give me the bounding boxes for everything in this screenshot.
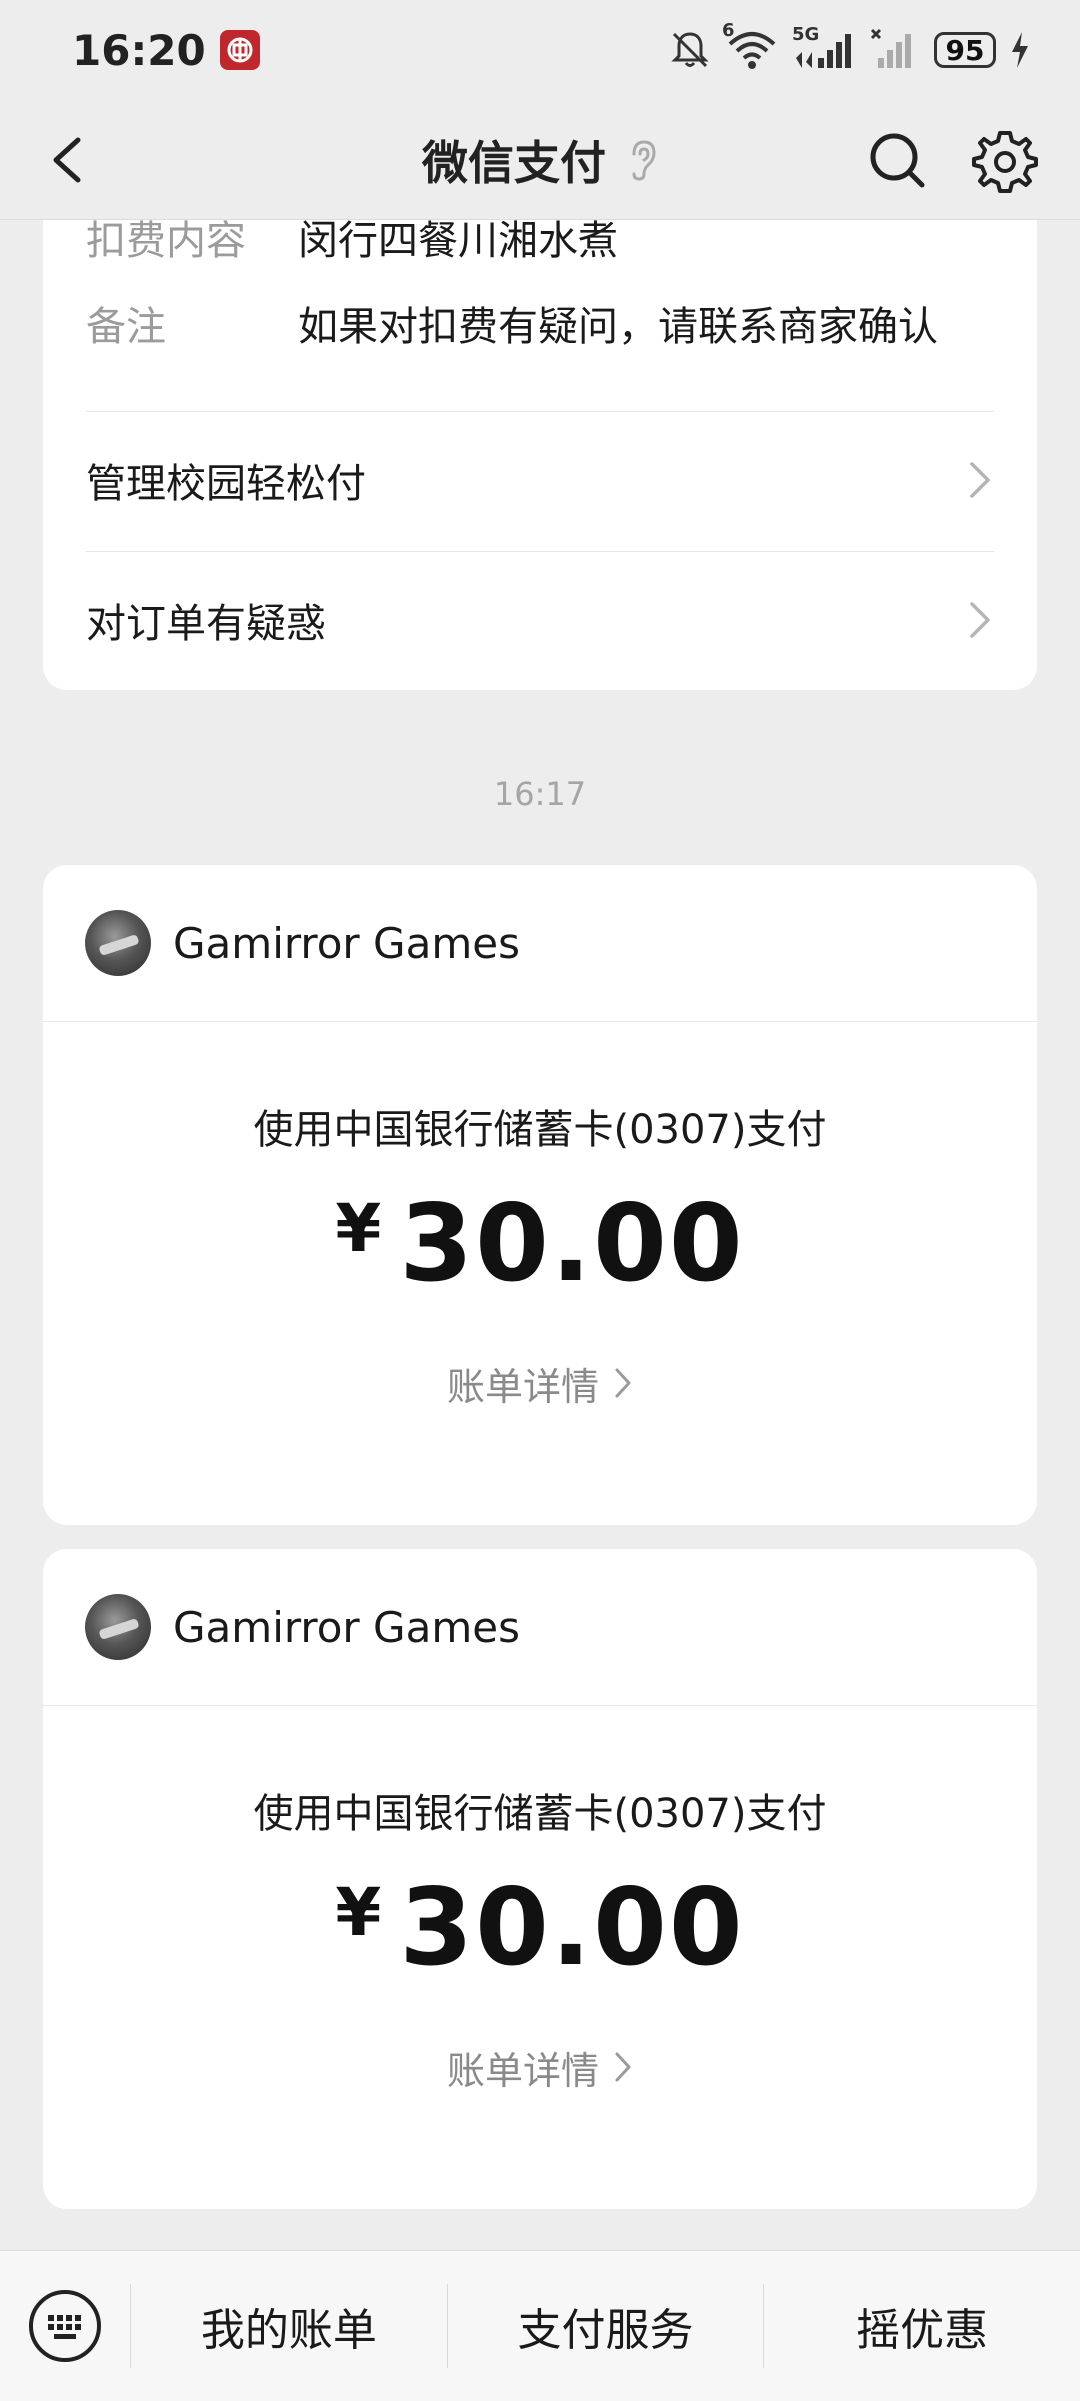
link-label: 对订单有疑惑 <box>86 601 326 647</box>
gear-icon <box>972 131 1038 193</box>
bottom-menu-bar: 我的账单 支付服务 摇优惠 <box>0 2250 1080 2401</box>
message-timestamp: 16:17 <box>493 775 587 813</box>
currency-symbol: ¥ <box>335 1873 382 1951</box>
status-bar: 16:20 6 5G 95 <box>0 0 1080 100</box>
chevron-right-icon <box>615 1368 631 1398</box>
settings-button[interactable] <box>970 125 1040 195</box>
payment-card[interactable]: Gamirror Games 使用中国银行储蓄卡(0307)支付 ¥ 30.00… <box>43 1549 1037 2209</box>
avatar <box>85 910 151 976</box>
status-left: 16:20 <box>72 26 260 75</box>
bill-detail-label: 账单详情 <box>446 1364 599 1409</box>
payment-method: 使用中国银行储蓄卡(0307)支付 <box>253 1107 827 1153</box>
kv-value: 如果对扣费有疑问，请联系商家确认 <box>298 304 938 350</box>
keyboard-icon <box>29 2290 101 2362</box>
tab-payment-services[interactable]: 支付服务 <box>448 2251 764 2401</box>
status-time: 16:20 <box>72 25 206 75</box>
bill-detail-link[interactable]: 账单详情 <box>43 2037 1037 2097</box>
manage-campus-pay-link[interactable]: 管理校园轻松付 <box>86 412 994 548</box>
charging-icon <box>1012 32 1028 68</box>
back-button[interactable] <box>40 130 100 190</box>
wifi-label: 6 <box>722 20 735 41</box>
chevron-right-icon <box>970 602 990 638</box>
mute-icon <box>671 32 709 68</box>
status-right: 6 5G 95 <box>668 20 1030 72</box>
merchant-name: Gamirror Games <box>173 918 520 968</box>
network-label: 5G <box>792 24 820 45</box>
page-title: 微信支付 <box>422 136 606 190</box>
chevron-right-icon <box>615 2052 631 2082</box>
amount-value: 30.00 <box>399 1181 745 1305</box>
search-button[interactable] <box>862 125 932 195</box>
battery-icon: 95 <box>934 32 996 68</box>
kv-key: 备注 <box>86 304 166 350</box>
tab-shake-offers[interactable]: 摇优惠 <box>764 2251 1080 2401</box>
tab-label: 我的账单 <box>200 2305 377 2356</box>
order-info-card: 扣费内容 闵行四餐川湘水煮 备注 如果对扣费有疑问，请联系商家确认 管理校园轻松… <box>43 220 1037 690</box>
tab-label: 支付服务 <box>517 2305 694 2356</box>
chevron-right-icon <box>970 462 990 498</box>
payment-amount: ¥ 30.00 <box>43 1865 1037 1989</box>
payment-method: 使用中国银行储蓄卡(0307)支付 <box>253 1791 827 1837</box>
avatar <box>85 1594 151 1660</box>
kv-key: 扣费内容 <box>86 220 246 264</box>
nav-divider <box>0 219 1080 220</box>
ear-icon[interactable] <box>626 138 658 182</box>
payment-card-header[interactable]: Gamirror Games <box>43 1549 1037 1706</box>
wifi-icon: 6 <box>722 20 778 72</box>
tab-my-bills[interactable]: 我的账单 <box>131 2251 447 2401</box>
payment-amount: ¥ 30.00 <box>43 1181 1037 1305</box>
bank-of-china-icon <box>219 30 260 70</box>
keyboard-toggle-button[interactable] <box>0 2251 130 2401</box>
order-question-link[interactable]: 对订单有疑惑 <box>86 552 994 688</box>
tab-label: 摇优惠 <box>856 2305 989 2356</box>
bill-detail-link[interactable]: 账单详情 <box>43 1353 1037 1413</box>
back-icon <box>53 137 81 183</box>
merchant-name: Gamirror Games <box>173 1602 520 1652</box>
no-signal-icon <box>870 28 920 72</box>
bill-detail-label: 账单详情 <box>446 2048 599 2093</box>
signal-icon: 5G <box>792 24 856 72</box>
payment-card[interactable]: Gamirror Games 使用中国银行储蓄卡(0307)支付 ¥ 30.00… <box>43 865 1037 1525</box>
amount-value: 30.00 <box>399 1865 745 1989</box>
search-icon <box>870 133 925 188</box>
nav-bar: 微信支付 <box>0 100 1080 220</box>
kv-value: 闵行四餐川湘水煮 <box>298 220 618 264</box>
link-label: 管理校园轻松付 <box>86 461 366 507</box>
currency-symbol: ¥ <box>335 1189 382 1267</box>
payment-card-header[interactable]: Gamirror Games <box>43 865 1037 1022</box>
